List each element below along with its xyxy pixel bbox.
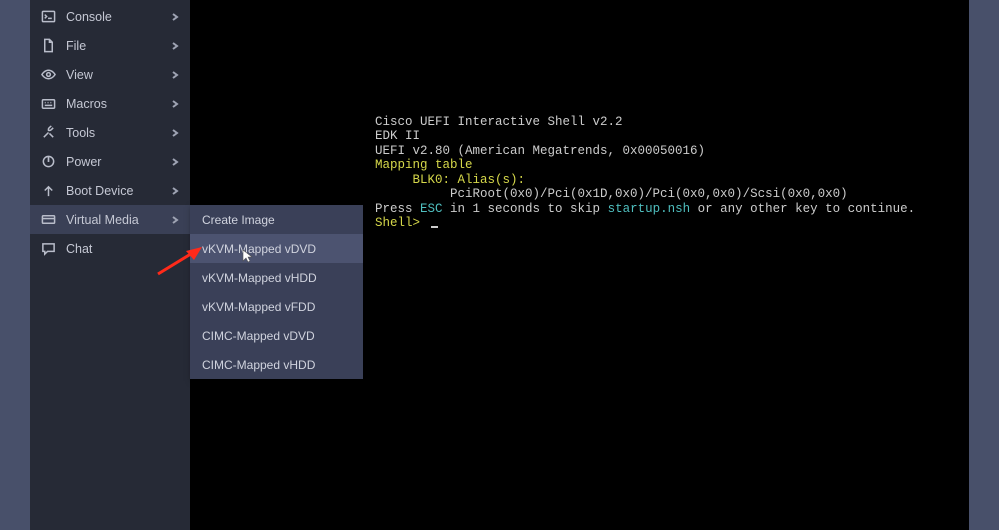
console-press: Press <box>375 202 420 216</box>
file-icon <box>40 38 56 54</box>
submenu-item-vkvm-vhdd[interactable]: vKVM-Mapped vHDD <box>190 263 363 292</box>
view-icon <box>40 67 56 83</box>
sidebar-item-virtual-media[interactable]: Virtual Media <box>30 205 190 234</box>
sidebar-item-macros[interactable]: Macros <box>30 89 190 118</box>
submenu-item-vkvm-vdvd[interactable]: vKVM-Mapped vDVD <box>190 234 363 263</box>
submenu-item-label: CIMC-Mapped vDVD <box>202 329 315 343</box>
submenu-item-cimc-vhdd[interactable]: CIMC-Mapped vHDD <box>190 350 363 379</box>
console-press-tail-a: in 1 seconds to skip <box>443 202 608 216</box>
sidebar-item-label: Macros <box>66 97 170 111</box>
chevron-right-icon <box>170 128 180 138</box>
console-aliases: Alias(s): <box>458 173 526 187</box>
sidebar-item-file[interactable]: File <box>30 31 190 60</box>
console-startup: startup.nsh <box>608 202 691 216</box>
submenu-item-vkvm-vfdd[interactable]: vKVM-Mapped vFDD <box>190 292 363 321</box>
sidebar-item-label: Power <box>66 155 170 169</box>
chevron-right-icon <box>170 70 180 80</box>
sidebar: Console File View Macros <box>30 0 190 530</box>
sidebar-item-console[interactable]: Console <box>30 2 190 31</box>
sidebar-item-label: View <box>66 68 170 82</box>
console-line: EDK II <box>375 129 420 143</box>
sidebar-item-boot-device[interactable]: Boot Device <box>30 176 190 205</box>
sidebar-item-label: Tools <box>66 126 170 140</box>
submenu-item-cimc-vdvd[interactable]: CIMC-Mapped vDVD <box>190 321 363 350</box>
console-output: Cisco UEFI Interactive Shell v2.2 EDK II… <box>375 100 959 245</box>
console-icon <box>40 9 56 25</box>
power-icon <box>40 154 56 170</box>
chevron-right-icon <box>170 215 180 225</box>
submenu-item-label: vKVM-Mapped vHDD <box>202 271 317 285</box>
console-mapping-table: Mapping table <box>375 158 473 172</box>
submenu-item-label: vKVM-Mapped vDVD <box>202 242 316 256</box>
chevron-right-icon <box>170 186 180 196</box>
submenu-item-label: Create Image <box>202 213 275 227</box>
chevron-right-icon <box>170 99 180 109</box>
submenu-item-create-image[interactable]: Create Image <box>190 205 363 234</box>
sidebar-item-label: Virtual Media <box>66 213 170 227</box>
vmedia-icon <box>40 212 56 228</box>
chevron-right-icon <box>170 157 180 167</box>
virtual-media-submenu: Create Image vKVM-Mapped vDVD vKVM-Mappe… <box>190 205 363 379</box>
sidebar-item-label: File <box>66 39 170 53</box>
sidebar-item-label: Console <box>66 10 170 24</box>
console-blk0: BLK0: <box>413 173 451 187</box>
console-pciroot: PciRoot(0x0)/Pci(0x1D,0x0)/Pci(0x0,0x0)/… <box>450 187 848 201</box>
submenu-item-label: CIMC-Mapped vHDD <box>202 358 315 372</box>
app-frame: Console File View Macros <box>0 0 999 530</box>
sidebar-item-view[interactable]: View <box>30 60 190 89</box>
sidebar-item-label: Chat <box>66 242 180 256</box>
console-line: Cisco UEFI Interactive Shell v2.2 <box>375 115 623 129</box>
sidebar-item-tools[interactable]: Tools <box>30 118 190 147</box>
chevron-right-icon <box>170 12 180 22</box>
tools-icon <box>40 125 56 141</box>
macros-icon <box>40 96 56 112</box>
sidebar-item-power[interactable]: Power <box>30 147 190 176</box>
console-press-tail-b: or any other key to continue. <box>690 202 915 216</box>
boot-icon <box>40 183 56 199</box>
sidebar-item-label: Boot Device <box>66 184 170 198</box>
console-esc-key: ESC <box>420 202 443 216</box>
console-cursor <box>431 226 438 228</box>
console-shell-prompt: Shell> <box>375 216 428 230</box>
submenu-item-label: vKVM-Mapped vFDD <box>202 300 315 314</box>
sidebar-item-chat[interactable]: Chat <box>30 234 190 263</box>
console-line: UEFI v2.80 (American Megatrends, 0x00050… <box>375 144 705 158</box>
chevron-right-icon <box>170 41 180 51</box>
chat-icon <box>40 241 56 257</box>
